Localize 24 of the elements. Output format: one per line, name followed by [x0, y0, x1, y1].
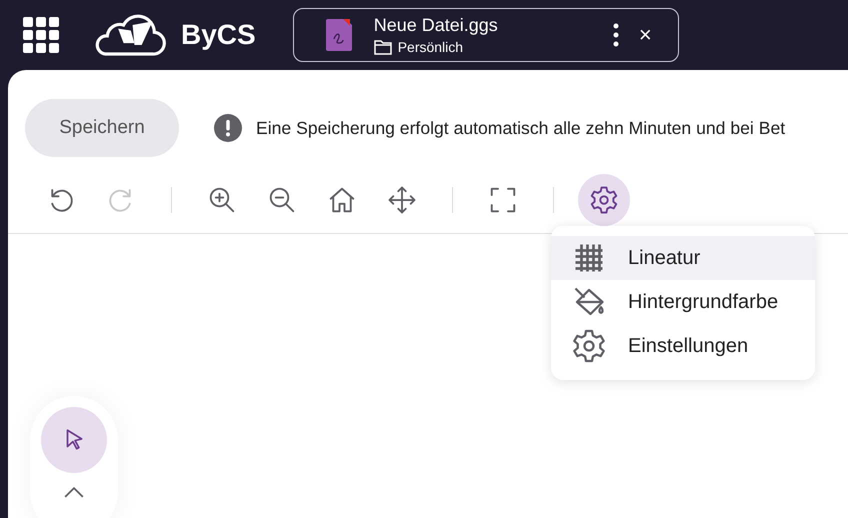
shape-icon [64, 487, 84, 498]
app-grid-icon[interactable] [23, 17, 59, 53]
folder-icon [374, 39, 392, 55]
fullscreen-icon [488, 185, 518, 215]
file-tab[interactable]: Neue Datei.ggs Persönlich × [292, 8, 679, 62]
cursor-arrow-tool-button[interactable] [41, 407, 107, 473]
notice-text: Eine Speicherung erfolgt automatisch alle zehn Minuten und bei Bet [256, 118, 786, 138]
settings-button[interactable] [578, 174, 630, 226]
settings-icon [571, 328, 607, 364]
folder-name: Persönlich [398, 39, 464, 55]
close-button[interactable]: × [638, 22, 652, 48]
zoom-in-icon [207, 185, 237, 215]
zoom-out-icon [267, 185, 297, 215]
house-icon [327, 185, 357, 215]
file-name: Neue Datei.ggs [374, 15, 499, 36]
file-icon [326, 19, 352, 51]
move-arrows-icon [387, 185, 417, 215]
logo-text: ByCS [181, 19, 256, 51]
more-options-icon[interactable] [612, 23, 619, 47]
menu-item[interactable]: Lineatur [551, 236, 815, 280]
menu-item[interactable]: Hintergrundfarbe [551, 280, 815, 324]
exclamation-icon [214, 114, 242, 142]
settings-icon [589, 185, 619, 215]
menu-item[interactable]: Einstellungen [551, 324, 815, 368]
